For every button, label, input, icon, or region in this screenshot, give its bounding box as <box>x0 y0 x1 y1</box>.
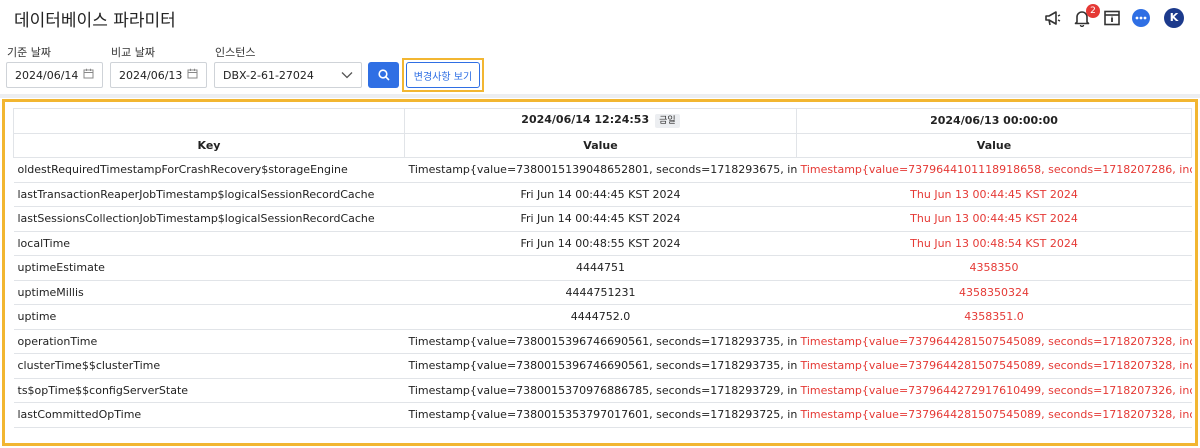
row-key-cell: lastTransactionReaperJobTimestamp$logica… <box>13 181 405 207</box>
row-base-value-cell: Fri Jun 14 00:48:55 KST 2024 <box>404 230 797 256</box>
instance-label: 인스턴스 <box>215 46 256 59</box>
base-date-value: 2024/06/14 <box>15 68 79 82</box>
row-compare-value-cell: Thu Jun 13 00:48:54 KST 2024 <box>796 230 1192 256</box>
row-base-value-cell: Fri Jun 14 00:44:45 KST 2024 <box>404 181 797 207</box>
row-compare-value-cell: Timestamp{value=7379644272917610499, sec… <box>796 377 1192 403</box>
row-base-value-cell: 4444751231 <box>404 279 797 305</box>
compare-date-label: 비교 날짜 <box>111 46 155 59</box>
table-row: lastCommittedOpTime Timestamp{value=73800… <box>13 402 1192 428</box>
chat-icon[interactable] <box>1131 8 1151 28</box>
instance-select[interactable]: DBX-2-61-27024 <box>214 62 362 88</box>
row-base-value-cell: Timestamp{value=7380015353797017601, sec… <box>404 402 797 428</box>
table-row: localTime Fri Jun 14 00:48:55 KST 2024 Thu… <box>13 230 1192 256</box>
instance-value: DBX-2-61-27024 <box>223 68 314 82</box>
compare-date-picker[interactable]: 2024/06/13 <box>110 62 207 88</box>
row-key-cell: operationTime <box>13 328 405 354</box>
avatar[interactable]: K <box>1164 8 1184 28</box>
chevron-down-icon <box>341 69 353 82</box>
table-column-header-row: Key Value Value <box>13 132 1192 158</box>
row-base-value-cell: Timestamp{value=7380015396746690561, sec… <box>404 328 797 354</box>
row-base-value-cell: 4444752.0 <box>404 304 797 330</box>
table-row: operationTime Timestamp{value=73800153967… <box>13 328 1192 354</box>
compare-date-value: 2024/06/13 <box>119 68 183 82</box>
base-timestamp-header: 2024/06/14 12:24:53 금일 <box>404 108 797 134</box>
row-base-value-cell: Timestamp{value=7380015370976886785, sec… <box>404 377 797 403</box>
comparison-table-container: 2024/06/14 12:24:53 금일 2024/06/13 00:00:0… <box>2 99 1198 446</box>
filter-bar: 기준 날짜 2024/06/14 비교 날짜 2024/06/13 인스턴스 D… <box>0 36 1200 94</box>
row-compare-value-cell: 4358350324 <box>796 279 1192 305</box>
base-date-picker[interactable]: 2024/06/14 <box>6 62 103 88</box>
row-compare-value-cell: 4358350 <box>796 255 1192 281</box>
key-column-header: Key <box>13 132 405 158</box>
row-key-cell: uptimeMillis <box>13 279 405 305</box>
base-date-label: 기준 날짜 <box>7 46 51 59</box>
changes-highlight: 변경사항 보기 <box>402 58 484 92</box>
view-changes-button[interactable]: 변경사항 보기 <box>406 62 480 88</box>
calendar-icon <box>83 68 94 82</box>
table-row: lastSessionsCollectionJobTimestamp$logic… <box>13 206 1192 232</box>
parameter-comparison-table: 2024/06/14 12:24:53 금일 2024/06/13 00:00:0… <box>13 108 1192 428</box>
notification-badge: 2 <box>1086 4 1100 18</box>
search-button[interactable] <box>368 62 399 88</box>
table-row: clusterTime$$clusterTime Timestamp{value=… <box>13 353 1192 379</box>
row-key-cell: clusterTime$$clusterTime <box>13 353 405 379</box>
row-key-cell: uptime <box>13 304 405 330</box>
row-key-cell: oldestRequiredTimestampForCrashRecovery$… <box>13 157 405 183</box>
empty-header-cell <box>13 108 405 134</box>
row-compare-value-cell: Timestamp{value=7379644281507545089, sec… <box>796 353 1192 379</box>
row-key-cell: lastCommittedOpTime <box>13 402 405 428</box>
table-body: oldestRequiredTimestampForCrashRecovery$… <box>13 157 1192 428</box>
megaphone-icon[interactable] <box>1043 8 1063 28</box>
table-row: oldestRequiredTimestampForCrashRecovery$… <box>13 157 1192 183</box>
section-divider <box>0 94 1200 98</box>
table-row: uptime 4444752.0 4358351.0 <box>13 304 1192 330</box>
row-compare-value-cell: Timestamp{value=7379644101118918658, sec… <box>796 157 1192 183</box>
calendar-icon <box>187 68 198 82</box>
row-base-value-cell: Timestamp{value=7380015396746690561, sec… <box>404 353 797 379</box>
table-row: uptimeMillis 4444751231 4358350324 <box>13 279 1192 305</box>
archive-icon[interactable] <box>1102 8 1122 28</box>
row-key-cell: uptimeEstimate <box>13 255 405 281</box>
row-compare-value-cell: 4358351.0 <box>796 304 1192 330</box>
app-header: 데이터베이스 파라미터 2 K <box>0 0 1200 36</box>
base-value-column-header: Value <box>404 132 797 158</box>
table-group-header-row: 2024/06/14 12:24:53 금일 2024/06/13 00:00:0… <box>13 108 1192 134</box>
row-key-cell: ts$opTime$$configServerState <box>13 377 405 403</box>
row-compare-value-cell: Thu Jun 13 00:44:45 KST 2024 <box>796 206 1192 232</box>
table-row: uptimeEstimate 4444751 4358350 <box>13 255 1192 281</box>
search-icon <box>377 66 390 85</box>
today-tag: 금일 <box>655 114 680 129</box>
base-timestamp: 2024/06/14 12:24:53 <box>521 113 650 127</box>
table-row: ts$opTime$$configServerState Timestamp{va… <box>13 377 1192 403</box>
row-compare-value-cell: Timestamp{value=7379644281507545089, sec… <box>796 402 1192 428</box>
page-title: 데이터베이스 파라미터 <box>14 11 176 31</box>
row-key-cell: lastSessionsCollectionJobTimestamp$logic… <box>13 206 405 232</box>
compare-timestamp-header: 2024/06/13 00:00:00 <box>796 108 1192 134</box>
row-base-value-cell: 4444751 <box>404 255 797 281</box>
row-compare-value-cell: Thu Jun 13 00:44:45 KST 2024 <box>796 181 1192 207</box>
row-compare-value-cell: Timestamp{value=7379644281507545089, sec… <box>796 328 1192 354</box>
row-base-value-cell: Fri Jun 14 00:44:45 KST 2024 <box>404 206 797 232</box>
compare-value-column-header: Value <box>796 132 1192 158</box>
row-base-value-cell: Timestamp{value=7380015139048652801, sec… <box>404 157 797 183</box>
row-key-cell: localTime <box>13 230 405 256</box>
table-row: lastTransactionReaperJobTimestamp$logica… <box>13 181 1192 207</box>
